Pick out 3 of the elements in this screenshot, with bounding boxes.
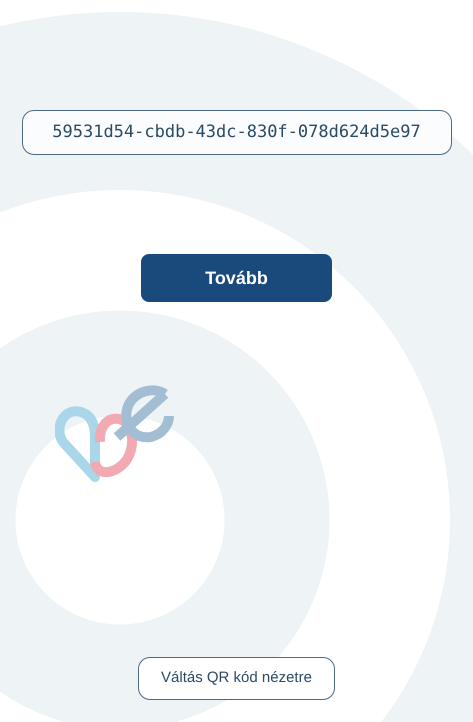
code-field[interactable]: 59531d54-cbdb-43dc-830f-078d624d5e97 <box>22 110 452 155</box>
switch-view-button[interactable]: Váltás QR kód nézetre <box>138 657 335 700</box>
next-button[interactable]: Tovább <box>141 254 332 302</box>
